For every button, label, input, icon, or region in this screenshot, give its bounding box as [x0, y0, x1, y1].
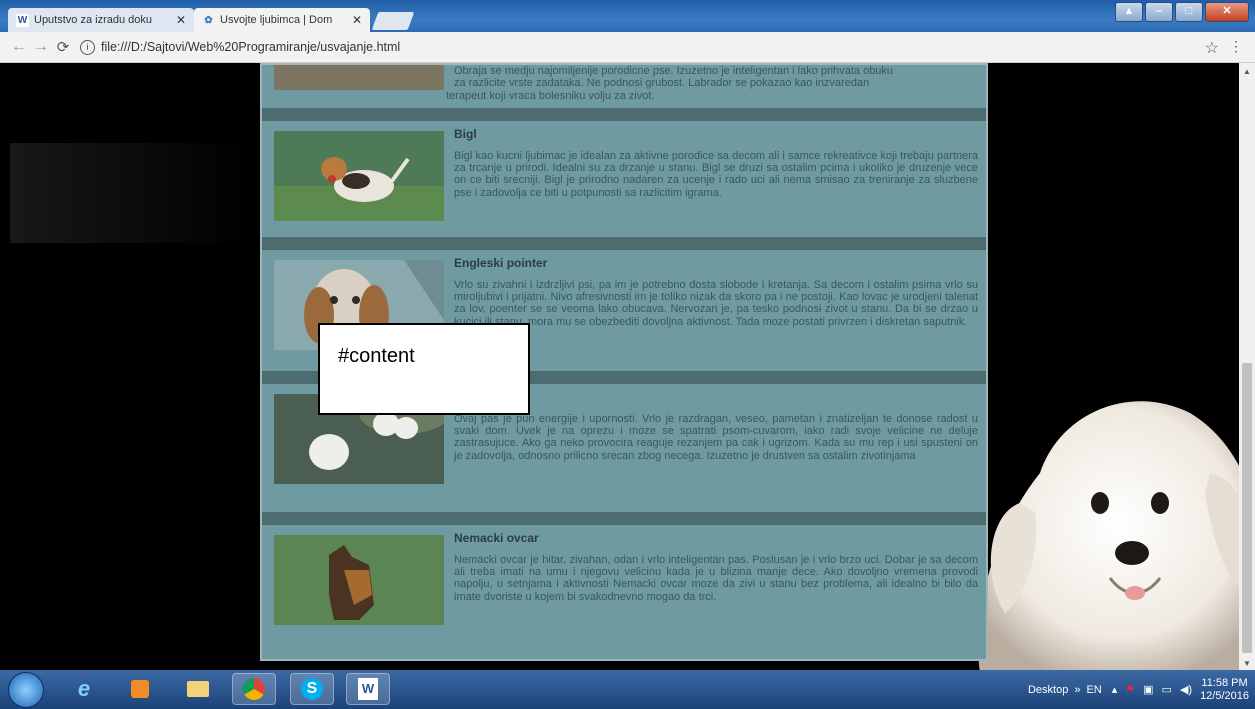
menu-icon[interactable]: ⋮: [1229, 38, 1243, 55]
clock-date: 12/5/2016: [1200, 689, 1249, 702]
background-glare: [10, 143, 250, 243]
tab-title: Usvojte ljubimca | Dom: [220, 14, 333, 26]
word-taskbar-icon[interactable]: W: [346, 673, 390, 705]
article-text: Vrlo su zivahni i izdrzljivi psi, pa im …: [454, 278, 978, 328]
windows-taskbar: e S W Desktop » EN ▴ ⚑ ▣ ▭ ◀) 11:58 PM 1…: [0, 670, 1255, 709]
system-tray: Desktop » EN ▴ ⚑ ▣ ▭ ◀) 11:58 PM 12/5/20…: [1028, 670, 1249, 709]
minimize-button[interactable]: –: [1145, 2, 1173, 22]
content-annotation-label: #content: [338, 345, 415, 367]
skype-icon[interactable]: S: [290, 673, 334, 705]
word-icon: W: [16, 13, 29, 27]
content-annotation-box: #content: [318, 323, 530, 415]
fragment-line: terapeut koji vraca bolesniku volju za z…: [446, 89, 655, 102]
page-viewport: Obraja se medju najomiljenije porodicne …: [0, 63, 1239, 670]
article-separator: [262, 236, 986, 250]
article-title: Beli terijer: [454, 390, 978, 404]
fragment-line: Obraja se medju najomiljenije porodicne …: [454, 65, 894, 77]
article-title: Bigl: [454, 126, 477, 141]
beagle-image: [274, 130, 444, 221]
forward-icon[interactable]: →: [30, 38, 52, 56]
tab-title: Uputstvo za izradu doku: [34, 14, 153, 26]
puppy-image: [978, 401, 1239, 670]
article-text: Ovaj pas je pun energije i upornosti. Vr…: [454, 412, 978, 462]
article-title: Nemacki ovcar: [454, 530, 539, 545]
vertical-scrollbar[interactable]: ▲ ▼: [1239, 63, 1255, 670]
window-controls: ▲ – □ ✕: [1115, 2, 1249, 22]
scrollbar-thumb[interactable]: [1242, 363, 1252, 653]
paw-icon: ✿: [204, 14, 213, 26]
language-indicator[interactable]: EN: [1086, 684, 1101, 696]
close-window-button[interactable]: ✕: [1205, 2, 1249, 22]
clock-time: 11:58 PM: [1201, 676, 1248, 689]
network-icon[interactable]: ▭: [1162, 683, 1172, 696]
maximize-button[interactable]: □: [1175, 2, 1203, 22]
tab-usvojte-ljubimca[interactable]: ✿ Usvojte ljubimca | Dom ✕: [194, 8, 370, 32]
volume-icon[interactable]: ◀): [1180, 683, 1192, 696]
action-center-flag-icon[interactable]: ⚑: [1125, 683, 1135, 696]
user-icon[interactable]: ▲: [1115, 2, 1143, 22]
scroll-up-icon[interactable]: ▲: [1243, 67, 1251, 76]
article-bigl: Bigl Bigl kao kucni ljubimac je idealan …: [262, 121, 986, 237]
close-tab-icon[interactable]: ✕: [352, 13, 362, 27]
article-separator: [262, 107, 986, 121]
new-tab-button[interactable]: [371, 12, 415, 30]
back-icon[interactable]: ←: [8, 38, 30, 56]
chrome-icon[interactable]: [232, 673, 276, 705]
article-nemacki-ovcar: Nemacki ovcar Nemacki ovcar je hitar, zi…: [262, 525, 986, 659]
info-icon[interactable]: i: [80, 39, 95, 55]
show-hidden-icons[interactable]: ▴: [1112, 683, 1118, 696]
article-text: Bigl kao kucni ljubimac je idealan za ak…: [454, 149, 978, 199]
start-button[interactable]: [8, 672, 44, 708]
internet-explorer-icon[interactable]: e: [62, 673, 106, 705]
german-shepherd-image: [274, 534, 444, 625]
bookmark-star-icon[interactable]: ☆: [1205, 38, 1219, 58]
clock[interactable]: 11:58 PM 12/5/2016: [1200, 677, 1249, 703]
tab-uputstvo[interactable]: W Uputstvo za izradu doku ✕: [8, 8, 194, 32]
device-icon[interactable]: ▣: [1143, 683, 1153, 696]
fragment-line: za razlicite vrste zadataka. Ne podnosi …: [454, 77, 870, 90]
close-tab-icon[interactable]: ✕: [176, 13, 186, 27]
labrador-thumbnail: [274, 65, 444, 90]
media-player-icon[interactable]: [118, 673, 162, 705]
address-bar[interactable]: i file:///D:/Sajtovi/Web%20Programiranje…: [80, 39, 401, 55]
article-text: Nemacki ovcar je hitar, zivahan, odan i …: [454, 553, 978, 603]
desktop-toolbar-label[interactable]: Desktop: [1028, 684, 1068, 696]
reload-icon[interactable]: ⟳: [52, 38, 74, 56]
article-separator: [262, 511, 986, 525]
url-text: file:///D:/Sajtovi/Web%20Programiranje/u…: [101, 40, 401, 54]
file-explorer-icon[interactable]: [176, 673, 220, 705]
browser-title-bar: W Uputstvo za izradu doku ✕ ✿ Usvojte lj…: [0, 0, 1255, 32]
article-title: Engleski pointer: [454, 255, 548, 270]
toolbar-chevron-icon[interactable]: »: [1074, 684, 1080, 696]
browser-toolbar: ← → ⟳ i file:///D:/Sajtovi/Web%20Program…: [0, 32, 1255, 63]
scroll-down-icon[interactable]: ▼: [1243, 659, 1251, 668]
